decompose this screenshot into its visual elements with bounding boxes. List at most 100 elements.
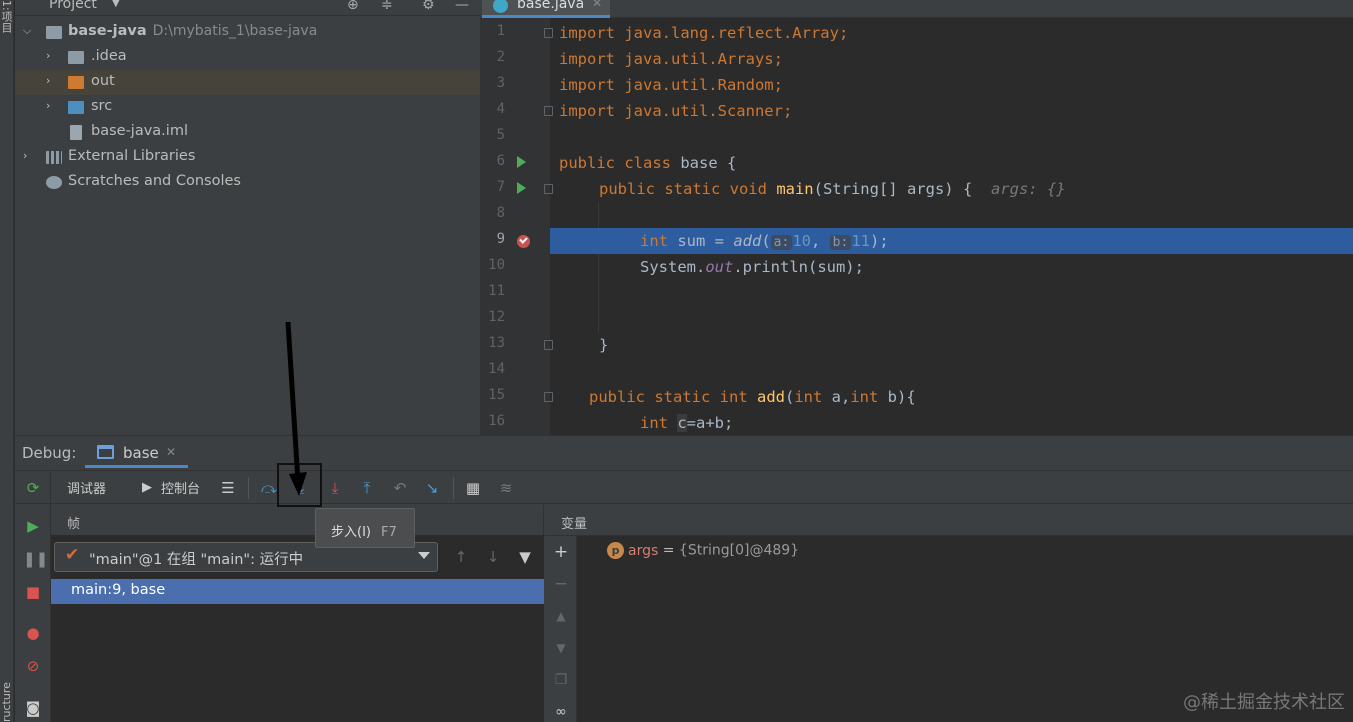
step-over-icon[interactable]: ⤼ <box>259 478 279 498</box>
tab-debugger[interactable]: 调试器 <box>67 478 106 497</box>
line-number: 5 <box>496 127 505 143</box>
line-number: 15 <box>488 387 505 403</box>
debug-session-tab[interactable]: base ✕ <box>85 436 188 468</box>
add-watch-icon[interactable]: + <box>551 542 571 562</box>
window-icon <box>97 445 114 459</box>
chevron-right-icon[interactable]: › <box>46 99 50 112</box>
code-line: import java.util.Arrays; <box>559 50 783 68</box>
code-line: } <box>599 336 609 354</box>
move-down-icon[interactable]: ▼ <box>551 638 571 658</box>
tree-item-label: Scratches and Consoles <box>68 173 241 189</box>
filter-icon[interactable]: ▼ <box>516 548 534 566</box>
trace-icon[interactable]: ≋ <box>496 478 516 498</box>
run-to-cursor-icon[interactable]: ↘ <box>422 478 442 498</box>
tree-item-label: base-java.iml <box>91 123 188 139</box>
locate-icon[interactable]: ⊕ <box>347 0 359 13</box>
debug-side-strip: ▶ ❚❚ ■ ● ⊘ ◙ <box>15 470 51 722</box>
layout-icon[interactable]: ☰ <box>218 478 238 498</box>
tree-item-label: External Libraries <box>68 148 196 164</box>
tab-base-java[interactable]: base.java ✕ <box>482 0 610 18</box>
parameter-icon: p <box>607 542 624 559</box>
chevron-right-icon[interactable]: › <box>46 74 50 87</box>
line-number: 9 <box>496 231 505 247</box>
chevron-right-icon[interactable]: › <box>46 49 50 62</box>
tree-item-label: .idea <box>91 48 127 64</box>
tree-item-src[interactable]: › src <box>15 95 480 120</box>
frames-title: 帧 <box>67 517 81 532</box>
copy-icon[interactable]: ❐ <box>551 670 571 690</box>
tree-item-idea[interactable]: › .idea <box>15 45 480 70</box>
tree-item-path: D:\mybatis_1\base-java <box>152 23 318 39</box>
breakpoint-icon[interactable] <box>517 235 530 248</box>
gear-icon[interactable]: ⚙ <box>422 0 435 13</box>
arrow-up-icon[interactable]: ↑ <box>452 548 470 566</box>
module-folder-icon <box>46 26 62 39</box>
current-execution-line: int sum = add(a: 10, b: 11); <box>550 228 1353 254</box>
debug-panel: Debug: base ✕ ⟳ 调试器 ▶ 控制台 ☰ ⤼ ⤓ ⤓ ⤒ ↶ ↘ … <box>15 435 1353 722</box>
code-line: import java.util.Scanner; <box>559 102 793 120</box>
tree-item-scratches[interactable]: Scratches and Consoles <box>15 170 480 195</box>
minimize-icon[interactable]: — <box>455 0 469 13</box>
tree-item-label: base-java <box>68 23 147 39</box>
line-number: 7 <box>496 179 505 195</box>
remove-watch-icon[interactable]: − <box>551 574 571 594</box>
line-number: 1 <box>496 23 505 39</box>
run-icon[interactable] <box>517 182 526 194</box>
arrow-down-icon[interactable]: ↓ <box>484 548 502 566</box>
frame-label: main:9, base <box>71 582 166 598</box>
chevron-down-icon[interactable]: ▼ <box>112 0 120 9</box>
watermark: @稀土掘金技术社区 <box>1183 692 1345 713</box>
debug-title: Debug: <box>22 444 77 462</box>
line-number: 3 <box>496 75 505 91</box>
chevron-right-icon[interactable]: › <box>23 149 27 162</box>
frames-panel: 帧 ✔ "main"@1 在组 "main": 运行中 ↑ ↓ ▼ main:9… <box>51 505 544 722</box>
close-icon[interactable]: ✕ <box>166 445 176 459</box>
line-number: 4 <box>496 101 505 117</box>
structure-tool-tab[interactable]: ructure <box>0 672 14 722</box>
stop-icon[interactable]: ■ <box>23 582 43 602</box>
iml-file-icon <box>70 125 82 140</box>
console-icon: ▶ <box>142 480 152 495</box>
line-number: 10 <box>488 257 505 273</box>
debug-session-label: base <box>123 444 159 462</box>
frame-row[interactable]: main:9, base <box>51 579 544 604</box>
param-hint-b: b: <box>829 235 852 250</box>
code-editor[interactable]: 1 2 3 4 5 6 7 8 9 10 11 12 13 14 15 16 i… <box>480 18 1353 435</box>
view-breakpoints-icon[interactable]: ● <box>23 623 43 643</box>
mute-breakpoints-icon[interactable]: ⊘ <box>23 656 43 676</box>
move-up-icon[interactable]: ▲ <box>551 606 571 626</box>
run-icon[interactable] <box>517 156 526 168</box>
tree-item-base-java[interactable]: ⌵ base-java D:\mybatis_1\base-java <box>15 20 480 45</box>
code-line: public class base { <box>559 154 737 172</box>
libraries-icon <box>46 151 62 164</box>
tree-item-external-libraries[interactable]: › External Libraries <box>15 145 480 170</box>
tooltip-shortcut: F7 <box>380 525 397 540</box>
pause-icon[interactable]: ❚❚ <box>23 549 48 569</box>
collapse-icon[interactable]: ≑ <box>381 0 393 13</box>
resume-icon[interactable]: ▶ <box>23 516 43 536</box>
tab-label: base.java <box>517 0 585 12</box>
drop-frame-icon[interactable]: ↶ <box>390 478 410 498</box>
scratches-icon <box>46 176 62 189</box>
param-hint-a: a: <box>770 235 793 250</box>
close-icon[interactable]: ✕ <box>592 0 602 10</box>
debug-header: Debug: base ✕ <box>15 436 1353 468</box>
variable-value: {String[0]@489} <box>678 542 800 559</box>
inline-debug-value: args: {} <box>990 180 1066 198</box>
code-line: System.out.println(sum); <box>640 258 864 276</box>
step-out-icon[interactable]: ⤒ <box>357 478 377 498</box>
step-into-tooltip: 步入(I) F7 <box>315 508 415 548</box>
force-step-into-icon[interactable]: ⤓ <box>325 478 345 498</box>
tree-item-iml[interactable]: base-java.iml <box>15 120 480 145</box>
project-tool-tab[interactable]: 1:项目 <box>0 0 14 40</box>
chevron-down-icon[interactable]: ⌵ <box>23 24 31 38</box>
glasses-icon[interactable]: ∞ <box>551 702 571 722</box>
tooltip-label: 步入(I) <box>331 525 371 540</box>
editor-tab-bar: base.java ✕ <box>480 0 1353 18</box>
evaluate-expression-icon[interactable]: ▦ <box>463 478 483 498</box>
tree-item-out[interactable]: › out <box>15 70 480 95</box>
project-panel-title[interactable]: Project <box>49 0 97 12</box>
tab-console[interactable]: 控制台 <box>161 478 200 497</box>
camera-icon[interactable]: ◙ <box>23 698 43 718</box>
variable-row[interactable]: p args = {String[0]@489} <box>607 542 799 564</box>
